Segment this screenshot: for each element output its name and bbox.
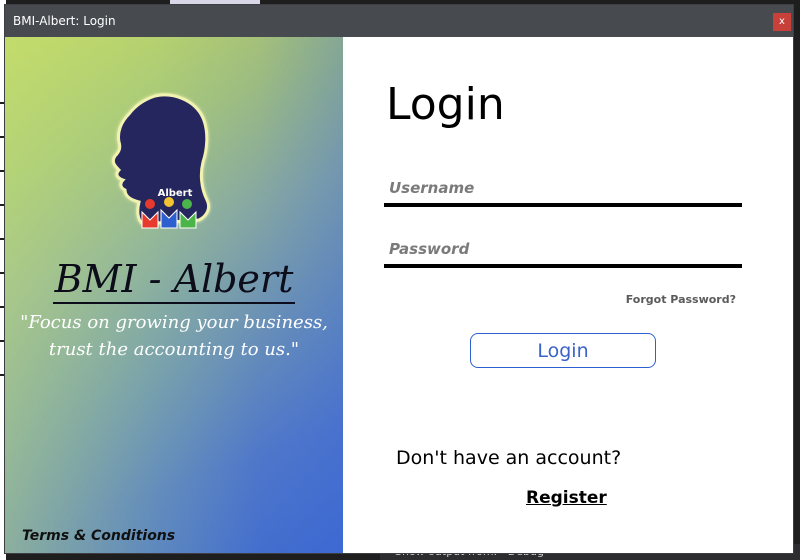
login-button[interactable]: Login [470,333,656,368]
logo-text: Albert [158,188,193,199]
password-input[interactable] [384,234,742,268]
page-title: Login [386,79,505,130]
register-link[interactable]: Register [526,488,607,508]
brand-logo: Albert [103,92,218,242]
brand-name-text: BMI - Albert [52,257,296,304]
brand-tagline: "Focus on growing your business, trust t… [20,312,328,360]
albert-silhouette-icon: Albert [111,93,211,229]
forgot-password-link[interactable]: Forgot Password? [626,293,736,306]
terms-conditions-link[interactable]: Terms & Conditions [22,528,175,544]
login-form-panel: Login Forgot Password? Login Don't have … [343,37,793,553]
window-title: BMI-Albert: Login [13,14,116,28]
login-window: BMI-Albert: Login x Albert BMI - Albert … [5,5,793,553]
brand-panel: Albert BMI - Albert "Focus on growing yo… [5,37,343,553]
logo-text-label: Albert [158,188,193,199]
no-account-text: Don't have an account? [396,447,622,469]
close-button[interactable]: x [773,13,791,31]
title-bar[interactable]: BMI-Albert: Login x [5,5,793,37]
username-input[interactable] [384,173,742,207]
brand-name: BMI - Albert [5,257,343,304]
